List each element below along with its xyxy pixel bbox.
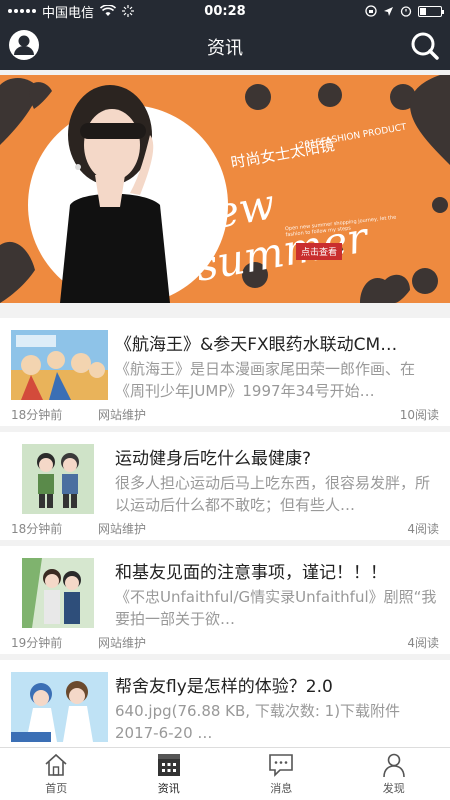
home-icon (45, 753, 67, 776)
article-thumbnail (11, 672, 108, 742)
tab-home[interactable]: 首页 (0, 748, 113, 800)
article-summary: 640.jpg(76.88 KB, 下载次数: 1)下载附件 2017-6-20… (115, 702, 401, 742)
search-icon[interactable] (410, 31, 440, 61)
person-icon (382, 753, 405, 778)
banner-view-button[interactable]: 点击查看 (296, 243, 343, 260)
tab-discover-label: 发现 (382, 782, 405, 795)
article-read-count: 4阅读 (407, 522, 439, 536)
article-time: 18分钟前 (11, 408, 63, 422)
bottom-tab-bar: 首页 资讯 消息 发现 (0, 747, 450, 800)
promo-banner[interactable]: 2015FASHION PRODUCT 时尚女士太阳镜 new summer O… (0, 75, 450, 303)
article-summary: 《不忠Unfaithful/G情实录Unfaithful》剧照“我要拍一部关于欲… (115, 588, 437, 628)
top-nav-bar: 资讯 (0, 22, 450, 70)
tab-news[interactable]: 资讯 (113, 748, 226, 800)
wifi-icon (100, 5, 117, 16)
carrier-label: 中国电信 (42, 5, 95, 21)
article-thumbnail (11, 330, 108, 400)
article-title[interactable]: 帮舍友fly是怎样的体验？2.0 (115, 672, 435, 697)
article-thumbnail (22, 558, 94, 628)
article-source: 网站维护 (98, 408, 147, 422)
article-title[interactable]: 《航海王》&参天FX眼药水联动CM… (115, 330, 435, 355)
signal-icon (8, 9, 36, 13)
status-bar: 中国电信 00:28 (0, 0, 450, 22)
tab-discover[interactable]: 发现 (338, 748, 450, 800)
article-source: 网站维护 (98, 636, 147, 650)
tab-home-label: 首页 (45, 782, 68, 795)
article-read-count: 4阅读 (407, 636, 439, 650)
list-item[interactable]: 《航海王》&参天FX眼药水联动CM… 《航海王》是日本漫画家尾田荣一郎作画、在《… (0, 318, 450, 426)
article-source: 网站维护 (98, 522, 147, 536)
alarm-icon (400, 6, 412, 17)
tab-messages[interactable]: 消息 (225, 748, 338, 800)
article-summary: 很多人担心运动后马上吃东西，很容易发胖，所以运动后什么都不敢吃；但有些人… (115, 474, 431, 514)
article-summary: 《航海王》是日本漫画家尾田荣一郎作画、在《周刊少年JUMP》1997年34号开始… (115, 360, 416, 400)
list-item[interactable]: 和基友见面的注意事项，谨记！！！ 《不忠Unfaithful/G情实录Unfai… (0, 546, 450, 654)
article-title[interactable]: 运动健身后吃什么最健康? (115, 444, 435, 469)
article-thumbnail (22, 444, 94, 514)
rotation-lock-icon (365, 5, 377, 17)
list-item[interactable]: 运动健身后吃什么最健康? 很多人担心运动后马上吃东西，很容易发胖，所以运动后什么… (0, 432, 450, 540)
article-time: 18分钟前 (11, 522, 63, 536)
location-icon (384, 6, 393, 16)
article-list: 《航海王》&参天FX眼药水联动CM… 《航海王》是日本漫画家尾田荣一郎作画、在《… (0, 318, 450, 774)
tab-news-label: 资讯 (157, 782, 180, 795)
page-title: 资讯 (207, 38, 243, 59)
article-read-count: 10阅读 (399, 408, 439, 422)
article-time: 19分钟前 (11, 636, 63, 650)
message-icon (269, 754, 294, 777)
news-icon (157, 754, 180, 776)
loading-icon (122, 5, 135, 17)
tab-messages-label: 消息 (270, 782, 293, 795)
battery-icon (418, 5, 444, 17)
article-title[interactable]: 和基友见面的注意事项，谨记！！！ (115, 558, 435, 583)
